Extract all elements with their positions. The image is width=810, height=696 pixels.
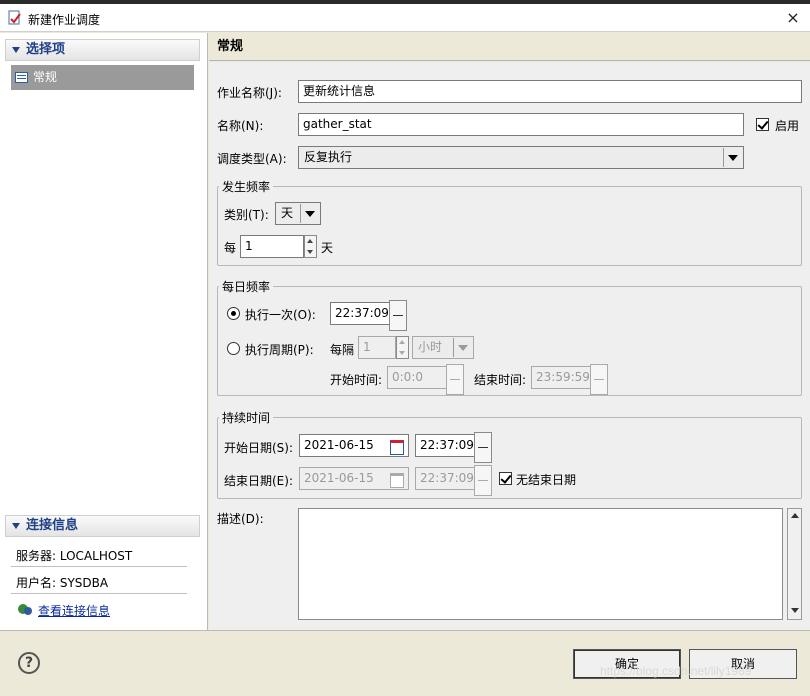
name-input[interactable]: gather_stat [298,113,744,136]
server-info: 服务器: LOCALHOST [16,549,133,563]
watermark: https://blog.csdn.net/lily1989 [600,664,752,678]
window-title: 新建作业调度 [28,13,101,27]
duration-legend: 持续时间 [219,409,274,426]
connection-icon [18,604,32,615]
left-panel: 选择项 常规 连接信息 服务器: LOCALHOST 用户名: SYSDBA 查… [0,33,208,630]
end-date-input[interactable]: 2021-06-15 [299,467,409,490]
start-time-stepper[interactable] [446,364,464,395]
interval-stepper[interactable] [396,336,409,359]
description-label: 描述(D): [217,512,264,526]
schedule-type-select[interactable]: 反复执行 [298,146,744,169]
run-once-time-input[interactable]: 22:37:09 [330,302,390,325]
chevron-down-icon[interactable] [300,204,319,223]
connection-info-header[interactable]: 连接信息 [5,515,200,537]
nav-item-general[interactable]: 常规 [11,65,194,90]
schedule-type-label: 调度类型(A): [217,152,287,166]
divider [11,566,187,567]
start-time-label: 开始时间: [330,373,383,387]
job-schedule-icon [8,10,21,25]
close-button[interactable]: × [780,7,806,29]
help-icon[interactable]: ? [18,652,40,674]
every-days-input[interactable]: 1 [240,235,304,258]
end-date-label: 结束日期(E): [224,474,293,488]
run-periodic-label: 执行周期(P): [245,343,314,357]
collapse-icon [12,47,20,53]
enable-checkbox[interactable] [756,118,769,131]
job-name-label: 作业名称(J): [217,86,282,100]
interval-input[interactable]: 1 [358,336,396,359]
end-time-stepper[interactable] [590,364,608,395]
no-end-date-checkbox[interactable] [499,472,512,485]
end-time-of-day-stepper[interactable] [474,465,492,496]
category-select[interactable]: 天 [275,202,321,225]
interval-unit-select[interactable]: 小时 [412,336,474,359]
select-items-header[interactable]: 选择项 [5,39,200,61]
general-form: 作业名称(J): 更新统计信息 名称(N): gather_stat 启用 调度… [209,62,810,630]
title-bar: 新建作业调度 × [0,4,810,32]
daily-frequency-legend: 每日频率 [219,278,274,295]
divider [11,593,187,594]
calendar-icon[interactable] [386,468,406,489]
end-time-input[interactable]: 23:59:59 [531,366,591,389]
run-once-radio[interactable] [227,307,240,320]
close-icon: × [786,8,800,27]
start-time-of-day-input[interactable]: 22:37:09 [415,434,475,457]
chevron-down-icon[interactable] [453,338,472,357]
every-unit-label: 天 [321,241,334,255]
view-connection-link[interactable]: 查看连接信息 [38,604,110,618]
collapse-icon [12,523,20,529]
interval-label: 每隔 [330,343,355,357]
start-date-input[interactable]: 2021-06-15 [299,434,409,457]
calendar-icon[interactable] [386,435,406,456]
end-time-label: 结束时间: [474,373,527,387]
view-connection-row: 查看连接信息 [16,602,110,619]
description-textarea[interactable] [298,508,783,620]
list-icon [15,72,28,83]
run-periodic-radio[interactable] [227,342,240,355]
enable-label: 启用 [775,119,800,133]
name-label: 名称(N): [217,119,264,133]
section-title: 常规 [209,33,810,61]
category-label: 类别(T): [224,208,269,222]
frequency-legend: 发生频率 [219,178,274,195]
run-once-time-stepper[interactable] [389,300,407,331]
end-time-of-day-input[interactable]: 22:37:09 [415,467,475,490]
start-date-label: 开始日期(S): [224,441,294,455]
description-scrollbar[interactable] [787,508,802,620]
start-time-input[interactable]: 0:0:0 [387,366,447,389]
every-days-stepper[interactable] [304,235,317,258]
run-once-label: 执行一次(O): [245,308,316,322]
every-label: 每 [224,241,237,255]
button-bar: ? 确定 取消 [0,630,810,696]
no-end-date-label: 无结束日期 [516,473,577,487]
chevron-down-icon[interactable] [723,148,742,167]
job-name-input[interactable]: 更新统计信息 [298,80,802,103]
user-info: 用户名: SYSDBA [16,576,109,590]
start-time-of-day-stepper[interactable] [474,432,492,463]
